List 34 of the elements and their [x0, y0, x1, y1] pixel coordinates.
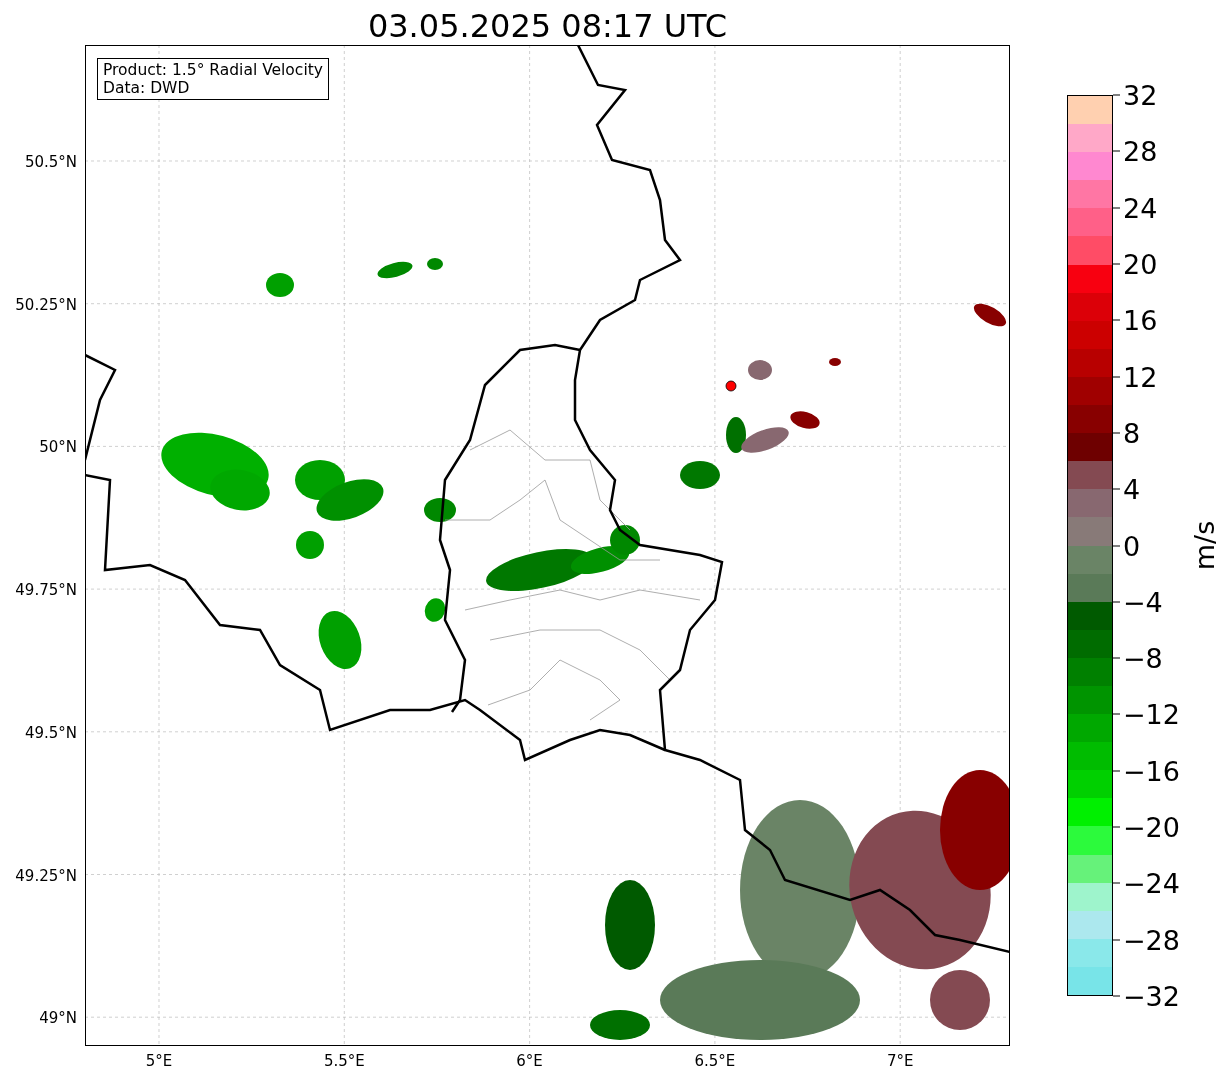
colorbar-tick-label: −32 — [1113, 980, 1180, 1012]
info-text: Data: DWD — [103, 79, 191, 97]
longitude-label: 5°E — [145, 1052, 173, 1070]
longitude-label: 5.5°E — [323, 1052, 365, 1070]
longitude-label: 7°E — [886, 1052, 914, 1070]
info-text: Product: 1.5° Radial Velocity — [103, 61, 323, 79]
colorbar-tick-label: −24 — [1113, 867, 1180, 899]
longitude-label: 6.5°E — [694, 1052, 736, 1070]
chart-title: 03.05.2025 08:17 UTC — [367, 7, 728, 45]
colorbar-tick-label: −20 — [1113, 811, 1180, 843]
longitude-label: 6°E — [516, 1052, 543, 1070]
colorbar-tick-label: 32 — [1113, 79, 1158, 111]
latitude-label: 49.25°N — [15, 866, 77, 885]
colorbar-tick-label: −16 — [1113, 755, 1180, 787]
latitude-label: 50.5°N — [24, 153, 77, 171]
unit-label: m/s — [1189, 520, 1221, 571]
latitude-label: 49°N — [39, 1009, 77, 1028]
latitude-label: 50°N — [39, 438, 77, 457]
colorbar-tick-label: 8 — [1113, 417, 1141, 449]
latitude-label: 49.75°N — [15, 581, 77, 600]
colorbar-tick-label: 16 — [1113, 304, 1158, 336]
colorbar-tick-label: 12 — [1113, 361, 1158, 393]
radar-site-marker — [725, 380, 737, 392]
colorbar-tick-label: 20 — [1113, 248, 1158, 280]
colorbar-tick-label: 0 — [1113, 530, 1141, 561]
colorbar-tick-label: −8 — [1113, 642, 1163, 674]
latitude-label: 50.25°N — [15, 295, 77, 314]
latitude-label: 49.5°N — [24, 723, 77, 742]
colorbar-tick-label: −12 — [1113, 698, 1180, 730]
colorbar-tick-label: 4 — [1113, 473, 1141, 505]
colorbar-tick-label: −28 — [1113, 924, 1180, 956]
colorbar-tick-label: −4 — [1113, 586, 1163, 618]
colorbar-tick-label: 28 — [1113, 135, 1158, 167]
colorbar-tick-label: 24 — [1113, 192, 1158, 224]
